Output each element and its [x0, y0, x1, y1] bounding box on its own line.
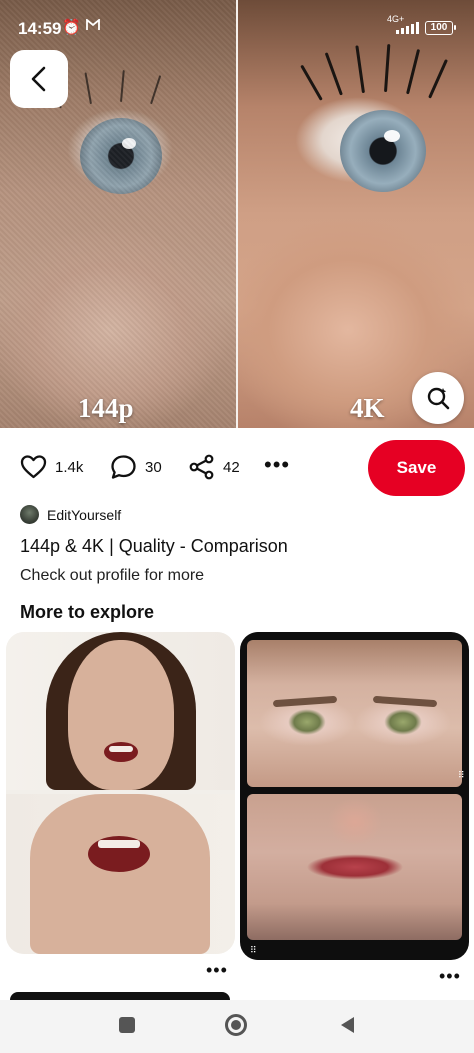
chevron-left-icon [31, 66, 46, 92]
next-card-preview[interactable] [10, 992, 230, 1000]
explore-card[interactable]: ⠿ ⠿ [240, 632, 469, 960]
painting-panel-bottom [6, 794, 235, 954]
visual-search-button[interactable] [412, 372, 464, 424]
painted-teeth [109, 746, 133, 752]
low-quality-caption: 144p [78, 393, 134, 423]
left-iris [80, 118, 162, 194]
pin-image[interactable]: 144p 4K [0, 0, 474, 428]
recent-apps-button[interactable] [116, 1014, 138, 1036]
home-circle-icon [225, 1014, 247, 1036]
visual-search-icon [427, 387, 450, 410]
more-to-explore-heading: More to explore [20, 602, 155, 622]
alarm-clock-icon: ⏰ [62, 19, 81, 36]
system-back-button[interactable] [336, 1014, 358, 1036]
pin-title: 144p & 4K | Quality - Comparison [20, 536, 288, 556]
heart-icon [20, 455, 47, 479]
status-bar: 14:59 ⏰ 4G+ 100 [0, 0, 474, 54]
back-button[interactable] [10, 50, 68, 108]
system-navigation-bar [0, 1000, 474, 1053]
creator-name: EditYourself [47, 506, 122, 523]
card-more-options[interactable]: ••• [206, 961, 228, 979]
comment-bubble-icon [111, 455, 136, 479]
left-eye-glint [122, 138, 136, 149]
avatar [20, 505, 39, 524]
high-quality-caption: 4K [350, 393, 385, 423]
home-button[interactable] [225, 1014, 247, 1036]
painting-panel-top [6, 632, 235, 790]
girl-lips-panel [247, 794, 462, 940]
girl-eyes-panel [247, 640, 462, 787]
eyebrow [372, 695, 438, 708]
high-quality-eye-image [238, 0, 474, 428]
share-count: 42 [223, 458, 240, 476]
card-more-options[interactable]: ••• [439, 967, 461, 985]
comment-button[interactable]: 30 [110, 454, 162, 480]
multi-image-icon: ⠿ [458, 770, 465, 780]
painted-teeth [98, 840, 140, 848]
like-button[interactable]: 1.4k [20, 454, 83, 480]
explore-card[interactable] [6, 632, 235, 954]
right-iris [340, 110, 426, 192]
right-eye-glint [384, 130, 400, 142]
share-icon [189, 454, 214, 480]
triangle-back-icon [341, 1017, 354, 1033]
save-button[interactable]: Save [368, 440, 465, 496]
like-count: 1.4k [55, 458, 84, 476]
square-icon [119, 1017, 135, 1033]
signal-strength-icon [396, 22, 419, 34]
gmail-icon [86, 18, 100, 35]
creator-link[interactable]: EditYourself [20, 505, 121, 524]
pin-actions: 1.4k 30 42 ••• Save [0, 440, 474, 496]
multi-image-icon: ⠿ [250, 945, 257, 955]
painted-mouth [104, 742, 138, 762]
eyebrow [272, 695, 338, 708]
comment-count: 30 [145, 458, 162, 476]
share-button[interactable]: 42 [188, 454, 240, 480]
painted-face [68, 640, 174, 790]
painted-face [30, 794, 210, 954]
more-options-button[interactable]: ••• [264, 454, 290, 476]
status-time: 14:59 [18, 19, 62, 38]
pin-description: Check out profile for more [20, 567, 205, 584]
battery-icon: 100 [425, 21, 456, 35]
